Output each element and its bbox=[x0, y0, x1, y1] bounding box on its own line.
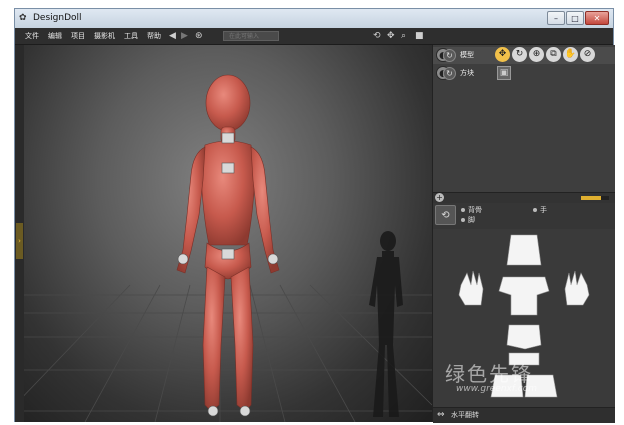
menu-bar: 文件 编辑 项目 摄影机 工具 帮助 ◀ ▶ ⊛ ⟲ ✥ ⌕ ■ bbox=[15, 28, 613, 45]
maximize-button[interactable]: □ bbox=[566, 11, 584, 25]
flip-horizontal-button[interactable]: 水平翻转 bbox=[451, 411, 479, 420]
tree-row-label: 模型 bbox=[460, 51, 474, 59]
hand-tool-icon[interactable]: ✋ bbox=[563, 47, 578, 62]
camera-link-icon[interactable]: ⊛ bbox=[195, 31, 203, 41]
watermark-text: 绿色先锋 bbox=[445, 362, 533, 386]
viewport-scene bbox=[15, 74, 432, 422]
parts-header: ⟲ 背骨 手 脚 bbox=[433, 203, 615, 229]
joint-neck[interactable] bbox=[221, 132, 235, 144]
expand-panel-tab[interactable]: › bbox=[16, 223, 23, 259]
part-option-spine[interactable]: 背骨 bbox=[461, 206, 482, 215]
title-bar: ✿ DesignDoll – □ ✕ bbox=[15, 9, 613, 28]
undo-icon[interactable]: ◀ bbox=[169, 31, 176, 41]
cube-icon[interactable]: ▣ bbox=[497, 66, 511, 80]
part-option-hand[interactable]: 手 bbox=[533, 206, 547, 215]
delete-tool-icon[interactable]: ⊘ bbox=[580, 47, 595, 62]
shorts-part-icon[interactable] bbox=[506, 324, 542, 350]
menu-file[interactable]: 文件 bbox=[25, 31, 39, 41]
rotate-tool-icon[interactable]: ↻ bbox=[512, 47, 527, 62]
part-option-label: 脚 bbox=[468, 216, 475, 224]
part-option-label: 背骨 bbox=[468, 206, 482, 214]
add-icon[interactable]: + bbox=[435, 193, 444, 202]
move-tool-icon[interactable]: ✥ bbox=[495, 47, 510, 62]
joint-left-ankle[interactable] bbox=[207, 405, 219, 417]
tree-row-block[interactable]: ◐ ↻ 方块 ▣ bbox=[433, 65, 615, 82]
joint-right-ankle[interactable] bbox=[239, 405, 251, 417]
zoom-icon[interactable]: ⌕ bbox=[401, 31, 406, 41]
command-input[interactable] bbox=[223, 31, 279, 41]
panel-slider[interactable] bbox=[581, 196, 609, 200]
hair-part-icon[interactable] bbox=[506, 234, 542, 266]
joint-chest[interactable] bbox=[221, 162, 235, 174]
3d-viewport[interactable] bbox=[15, 45, 432, 422]
minimize-button[interactable]: – bbox=[547, 11, 565, 25]
doll-figure[interactable] bbox=[176, 74, 280, 412]
right-hand-part-icon[interactable] bbox=[564, 270, 590, 306]
tree-row-label: 方块 bbox=[460, 69, 474, 77]
doll-app-icon: ✿ bbox=[19, 13, 27, 23]
menu-tools[interactable]: 工具 bbox=[124, 31, 138, 41]
menu-project[interactable]: 项目 bbox=[71, 31, 85, 41]
orbit-icon[interactable]: ⟲ bbox=[373, 31, 381, 41]
left-sidebar-strip: › bbox=[15, 45, 24, 422]
screenshot-camera-icon[interactable]: ■ bbox=[415, 31, 424, 41]
part-option-foot[interactable]: 脚 bbox=[461, 216, 475, 225]
window-controls: – □ ✕ bbox=[546, 11, 609, 25]
watermark-url: www.greenxf.com bbox=[456, 384, 537, 394]
close-button[interactable]: ✕ bbox=[585, 11, 609, 25]
scene-tree: ◐ ↻ 模型 ✥ ↻ ⊕ ⧉ ✋ ⊘ ◐ ↻ 方块 ▣ bbox=[433, 45, 615, 195]
joint-right-wrist[interactable] bbox=[267, 253, 279, 265]
rotate-icon[interactable]: ↻ bbox=[443, 49, 456, 62]
menu-help[interactable]: 帮助 bbox=[147, 31, 161, 41]
copy-tool-icon[interactable]: ⧉ bbox=[546, 47, 561, 62]
slider-fill bbox=[581, 196, 601, 200]
menu-edit[interactable]: 编辑 bbox=[48, 31, 62, 41]
joint-left-wrist[interactable] bbox=[177, 253, 189, 265]
parts-mode-icon[interactable]: ⟲ bbox=[435, 205, 456, 225]
joint-hip[interactable] bbox=[221, 248, 235, 260]
left-hand-part-icon[interactable] bbox=[458, 270, 484, 306]
shirt-part-icon[interactable] bbox=[498, 276, 550, 316]
bottom-bar: ⇔ 水平翻转 bbox=[433, 407, 615, 423]
tree-row-model[interactable]: ◐ ↻ 模型 ✥ ↻ ⊕ ⧉ ✋ ⊘ bbox=[433, 47, 615, 64]
menu-camera[interactable]: 摄影机 bbox=[94, 31, 115, 41]
part-option-label: 手 bbox=[540, 206, 547, 214]
redo-icon[interactable]: ▶ bbox=[181, 31, 188, 41]
flip-arrows-icon[interactable]: ⇔ bbox=[437, 410, 445, 420]
pan-icon[interactable]: ✥ bbox=[387, 31, 395, 41]
rotate-icon[interactable]: ↻ bbox=[443, 67, 456, 80]
window-title: DesignDoll bbox=[33, 13, 82, 23]
silhouette-reference bbox=[369, 231, 403, 417]
zoom-tool-icon[interactable]: ⊕ bbox=[529, 47, 544, 62]
